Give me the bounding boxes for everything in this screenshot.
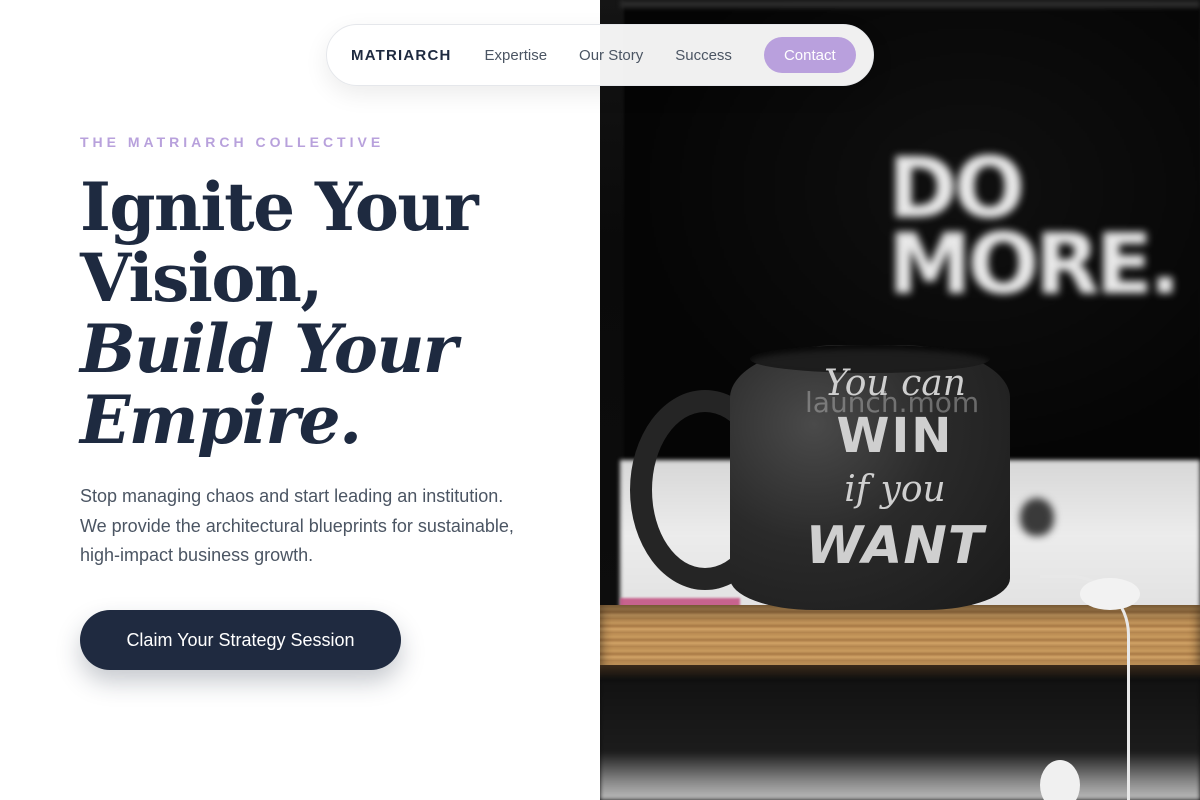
poster-line-2: MORE. <box>888 215 1181 313</box>
do-more-poster: DO MORE. <box>888 146 1181 313</box>
nav-link-our-story[interactable]: Our Story <box>579 47 643 64</box>
brand-logo[interactable]: MATRIARCH <box>351 47 452 64</box>
hero-headline: Ignite Your Vision, Build Your Empire. <box>80 172 580 456</box>
hero-content: THE MATRIARCH COLLECTIVE Ignite Your Vis… <box>0 0 600 800</box>
headline-line-4: Empire. <box>80 381 362 459</box>
headline-line-1: Ignite Your <box>80 168 479 246</box>
hero-eyebrow: THE MATRIARCH COLLECTIVE <box>80 134 385 150</box>
headline-line-2: Vision, <box>80 239 323 317</box>
claim-strategy-session-button[interactable]: Claim Your Strategy Session <box>80 610 401 670</box>
contact-button[interactable]: Contact <box>763 37 856 73</box>
hero-subcopy: Stop managing chaos and start leading an… <box>80 486 514 565</box>
top-navigation: MATRIARCH Expertise Our Story Success Co… <box>326 24 874 86</box>
nav-link-success[interactable]: Success <box>675 47 732 64</box>
monitor-edge <box>620 0 1200 8</box>
watermark: launch.mom <box>805 386 980 419</box>
hero-image: DO MORE. You can WIN if you WANT launch.… <box>600 0 1200 800</box>
nav-link-expertise[interactable]: Expertise <box>485 47 548 64</box>
earbud <box>1080 578 1140 610</box>
headline-line-3: Build Your <box>80 310 458 388</box>
mug-line-3: if you <box>844 469 946 510</box>
mug-line-4: WANT <box>805 516 985 576</box>
apple-logo-icon <box>1020 498 1054 536</box>
